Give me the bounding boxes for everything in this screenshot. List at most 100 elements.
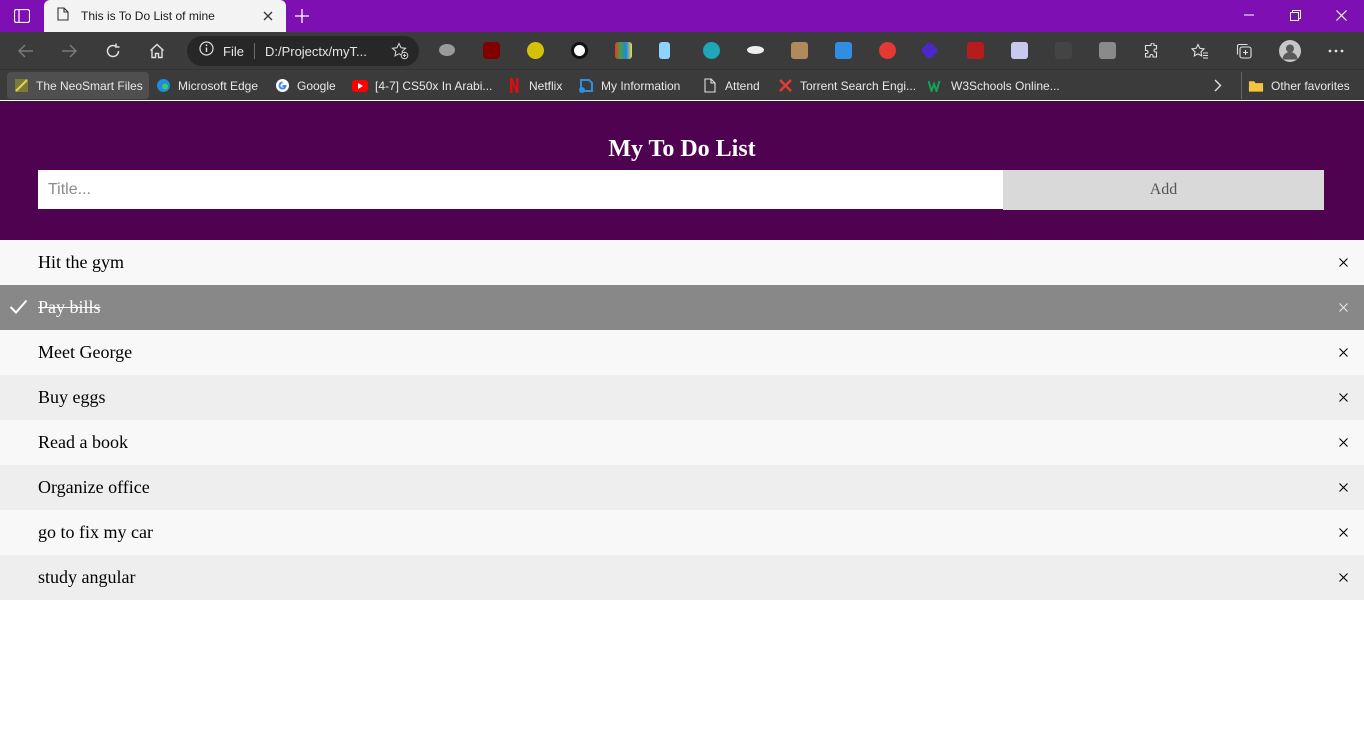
bookmark-neosmart[interactable]: The NeoSmart Files (7, 72, 149, 99)
bookmark-google[interactable]: Google (268, 72, 342, 99)
w-extension-icon[interactable] (967, 42, 984, 59)
bookmark-my-information[interactable]: My Information (572, 72, 686, 99)
bookmark-cs50x[interactable]: [4-7] CS50x In Arabi... (346, 72, 498, 99)
youtube-icon (352, 78, 368, 94)
todo-item[interactable]: Organize office (0, 465, 1364, 510)
st-extension-icon[interactable] (1099, 42, 1116, 59)
profile-avatar[interactable] (1279, 40, 1301, 62)
bookmark-label: Google (297, 78, 336, 93)
browser-title-bar: This is To Do List of mine (0, 0, 1364, 32)
todo-page: My To Do List Add Hit the gym Pay bills … (0, 101, 1364, 738)
todo-item[interactable]: go to fix my car (0, 510, 1364, 555)
todo-item-text: Organize office (38, 477, 150, 497)
todo-item-checked[interactable]: Pay bills (0, 285, 1364, 330)
other-favorites-label: Other favorites (1271, 78, 1350, 93)
page-title: My To Do List (608, 136, 756, 162)
todo-item-text: Meet George (38, 342, 133, 362)
page-icon (57, 6, 69, 26)
ublock-icon[interactable] (483, 42, 500, 59)
back-icon[interactable] (12, 37, 40, 65)
close-icon[interactable] (1334, 298, 1352, 316)
bookmark-label: The NeoSmart Files (36, 78, 143, 93)
hidden-extension-icon[interactable] (1055, 42, 1072, 59)
close-tab-icon[interactable] (260, 8, 276, 24)
close-icon[interactable] (1334, 568, 1352, 586)
bookmark-label: Microsoft Edge (178, 78, 259, 93)
todo-list: Hit the gym Pay bills Meet George Buy eg… (0, 240, 1364, 600)
bookmark-attend[interactable]: Attend (696, 72, 766, 99)
favorites-icon[interactable] (1186, 37, 1214, 65)
bookmark-label: Torrent Search Engi... (800, 78, 917, 93)
w3schools-icon (928, 78, 944, 94)
bookmark-w3schools[interactable]: W3Schools Online... (922, 72, 1066, 99)
folder-icon (1248, 78, 1264, 94)
close-icon[interactable] (1334, 253, 1352, 271)
bookmark-label: [4-7] CS50x In Arabi... (375, 78, 493, 93)
bookmarks-bar: The NeoSmart Files Microsoft Edge Google… (0, 69, 1364, 100)
page-icon (702, 78, 718, 94)
new-tab-button[interactable] (290, 4, 314, 28)
todo-item[interactable]: Read a book (0, 420, 1364, 465)
todo-item-text: study angular (38, 567, 136, 587)
omnibox-divider (253, 43, 255, 59)
more-options-icon[interactable] (1322, 37, 1350, 65)
other-favorites-folder[interactable]: Other favorites (1241, 72, 1356, 99)
bookmark-netflix[interactable]: Netflix (500, 72, 568, 99)
bookmark-label: Attend (725, 78, 760, 93)
bookmarks-overflow-chevron-icon[interactable] (1208, 72, 1228, 99)
restore-button[interactable] (1272, 0, 1318, 30)
tab-title: This is To Do List of mine (81, 9, 215, 23)
home-icon[interactable] (143, 37, 171, 65)
todo-item[interactable]: study angular (0, 555, 1364, 600)
todo-item-text: Read a book (38, 432, 128, 452)
extension-plus-icon[interactable] (527, 42, 544, 59)
title-input[interactable] (38, 170, 1003, 209)
google-icon (274, 78, 290, 94)
notes-extension-icon[interactable] (659, 42, 670, 59)
stop-ads-icon[interactable] (879, 42, 896, 59)
azure-icon (578, 78, 594, 94)
eye-extension-icon[interactable] (747, 46, 764, 54)
box-extension-icon[interactable] (791, 42, 808, 59)
info-icon[interactable] (199, 41, 214, 61)
add-favorite-icon[interactable] (391, 42, 409, 65)
minimize-button[interactable] (1226, 0, 1272, 30)
scheme-label: File (223, 43, 244, 59)
browser-toolbar: File D:/Projectx/myT... (0, 32, 1364, 69)
tab-actions-icon[interactable] (12, 7, 32, 25)
extension-cloud-icon[interactable] (439, 44, 455, 56)
todo-item-text: Hit the gym (38, 252, 124, 272)
extensions-icon[interactable] (1137, 37, 1165, 65)
browser-tab[interactable]: This is To Do List of mine (44, 0, 286, 32)
bookmark-label: Netflix (529, 78, 563, 93)
todo-item[interactable]: Hit the gym (0, 240, 1364, 285)
todo-item-text: Buy eggs (38, 387, 106, 407)
checkmark-icon (9, 298, 28, 319)
todo-item[interactable]: Meet George (0, 330, 1364, 375)
close-icon[interactable] (1334, 433, 1352, 451)
torrent-icon (777, 78, 793, 94)
bookmark-label: W3Schools Online... (951, 78, 1060, 93)
address-bar[interactable]: File D:/Projectx/myT... (187, 36, 419, 66)
pdf-extension-icon[interactable] (1011, 42, 1028, 59)
bookmark-microsoft-edge[interactable]: Microsoft Edge (149, 72, 264, 99)
add-button[interactable]: Add (1003, 170, 1324, 210)
sync-extension-icon[interactable] (571, 42, 588, 59)
ft-extension-icon[interactable] (835, 42, 852, 59)
close-window-button[interactable] (1318, 0, 1364, 30)
refresh-icon[interactable] (99, 37, 127, 65)
url-text[interactable]: D:/Projectx/myT... (265, 44, 377, 59)
close-icon[interactable] (1334, 478, 1352, 496)
todo-item[interactable]: Buy eggs (0, 375, 1364, 420)
bookmark-torrent-search[interactable]: Torrent Search Engi... (771, 72, 922, 99)
todo-header: My To Do List Add (0, 101, 1364, 240)
edge-icon (155, 78, 171, 94)
diamond-extension-icon[interactable] (920, 41, 939, 60)
forward-icon[interactable] (55, 37, 83, 65)
collections-icon[interactable] (1230, 37, 1258, 65)
close-icon[interactable] (1334, 523, 1352, 541)
color-extension-icon[interactable] (615, 42, 632, 59)
close-icon[interactable] (1334, 388, 1352, 406)
close-icon[interactable] (1334, 343, 1352, 361)
globe-extension-icon[interactable] (703, 42, 720, 59)
